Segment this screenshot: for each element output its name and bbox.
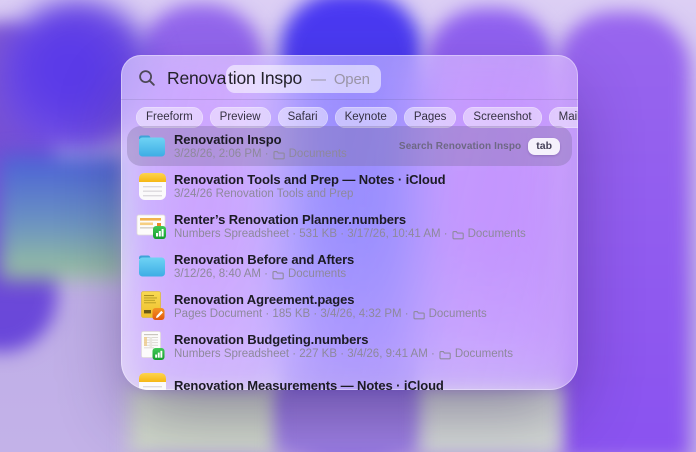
- result-row[interactable]: Renovation Budgeting.numbers Numbers Spr…: [127, 326, 572, 366]
- numbers-spreadsheet-icon: [134, 209, 170, 243]
- results-list: Renovation Inspo 3/28/26, 2:06 PM · Docu…: [127, 126, 572, 390]
- result-row[interactable]: Renovation Before and Afters 3/12/26, 8:…: [127, 246, 572, 286]
- filter-bar: Freeform Preview Safari Keynote Pages Sc…: [136, 107, 578, 128]
- result-row[interactable]: Renovation Tools and Prep — Notes · iClo…: [127, 166, 572, 206]
- wallpaper-band: [420, 386, 562, 452]
- numbers-spreadsheet-icon: [134, 329, 170, 363]
- result-title: Renovation Measurements — Notes · iCloud: [174, 378, 444, 390]
- search-completion-pill: tion Inspo — Open: [226, 65, 381, 93]
- folder-small-icon: [272, 270, 284, 280]
- result-meta: 3/28/26, 2:06 PM ·: [174, 148, 269, 161]
- result-meta: Numbers Spreadsheet · 531 KB · 3/17/26, …: [174, 228, 448, 241]
- tab-key-badge: tab: [528, 138, 560, 155]
- folder-small-icon: [413, 310, 425, 320]
- result-row[interactable]: Renovation Inspo 3/28/26, 2:06 PM · Docu…: [127, 126, 572, 166]
- filter-preview[interactable]: Preview: [210, 107, 271, 128]
- result-meta: 3/12/26, 8:40 AM ·: [174, 268, 268, 281]
- result-location: Documents: [288, 268, 346, 281]
- result-row[interactable]: Renovation Measurements — Notes · iCloud: [127, 366, 572, 390]
- result-title: Renovation Inspo: [174, 132, 347, 147]
- result-meta: 3/24/26 Renovation Tools and Prep: [174, 188, 353, 201]
- folder-icon: [134, 249, 170, 283]
- filter-screenshot[interactable]: Screenshot: [463, 107, 541, 128]
- result-title: Renter’s Renovation Planner.numbers: [174, 212, 526, 227]
- result-title: Renovation Agreement.pages: [174, 292, 487, 307]
- result-location: Documents: [455, 348, 513, 361]
- result-location: Documents: [468, 228, 526, 241]
- hint-separator: —: [311, 71, 326, 88]
- desktop: Renovation Inspo — Open Freeform Preview S…: [0, 0, 696, 452]
- notes-icon: [134, 369, 170, 390]
- search-text: Renovation Inspo — Open: [167, 68, 381, 89]
- filter-freeform[interactable]: Freeform: [136, 107, 203, 128]
- filter-mail[interactable]: Mail: [549, 107, 578, 128]
- search-typed: Renova: [167, 68, 226, 89]
- filter-keynote[interactable]: Keynote: [335, 107, 397, 128]
- action-label: Search Renovation Inspo: [399, 141, 521, 152]
- spotlight-panel: Renovation Inspo — Open Freeform Preview S…: [121, 55, 578, 390]
- folder-small-icon: [452, 230, 464, 240]
- folder-icon: [134, 129, 170, 163]
- action-hint: Open: [334, 71, 370, 88]
- pages-document-icon: [134, 289, 170, 323]
- result-title: Renovation Before and Afters: [174, 252, 354, 267]
- notes-icon: [134, 169, 170, 203]
- result-title: Renovation Tools and Prep — Notes · iClo…: [174, 172, 445, 187]
- filter-pages[interactable]: Pages: [404, 107, 457, 128]
- filter-safari[interactable]: Safari: [278, 107, 328, 128]
- result-meta: Numbers Spreadsheet · 227 KB · 3/4/26, 9…: [174, 348, 435, 361]
- divider: [121, 99, 578, 100]
- result-meta: Pages Document · 185 KB · 3/4/26, 4:32 P…: [174, 308, 409, 321]
- wallpaper-corner: [0, 155, 126, 279]
- wallpaper-band: [128, 386, 280, 452]
- result-location: Documents: [429, 308, 487, 321]
- wallpaper-band: [276, 386, 424, 452]
- result-title: Renovation Budgeting.numbers: [174, 332, 513, 347]
- search-completion: tion Inspo: [228, 68, 302, 89]
- folder-small-icon: [439, 350, 451, 360]
- result-row[interactable]: Renter’s Renovation Planner.numbers Numb…: [127, 206, 572, 246]
- search-input[interactable]: Renovation Inspo — Open: [121, 55, 578, 92]
- folder-small-icon: [273, 150, 285, 160]
- result-location: Documents: [289, 148, 347, 161]
- search-icon: [138, 69, 156, 87]
- result-row[interactable]: Renovation Agreement.pages Pages Documen…: [127, 286, 572, 326]
